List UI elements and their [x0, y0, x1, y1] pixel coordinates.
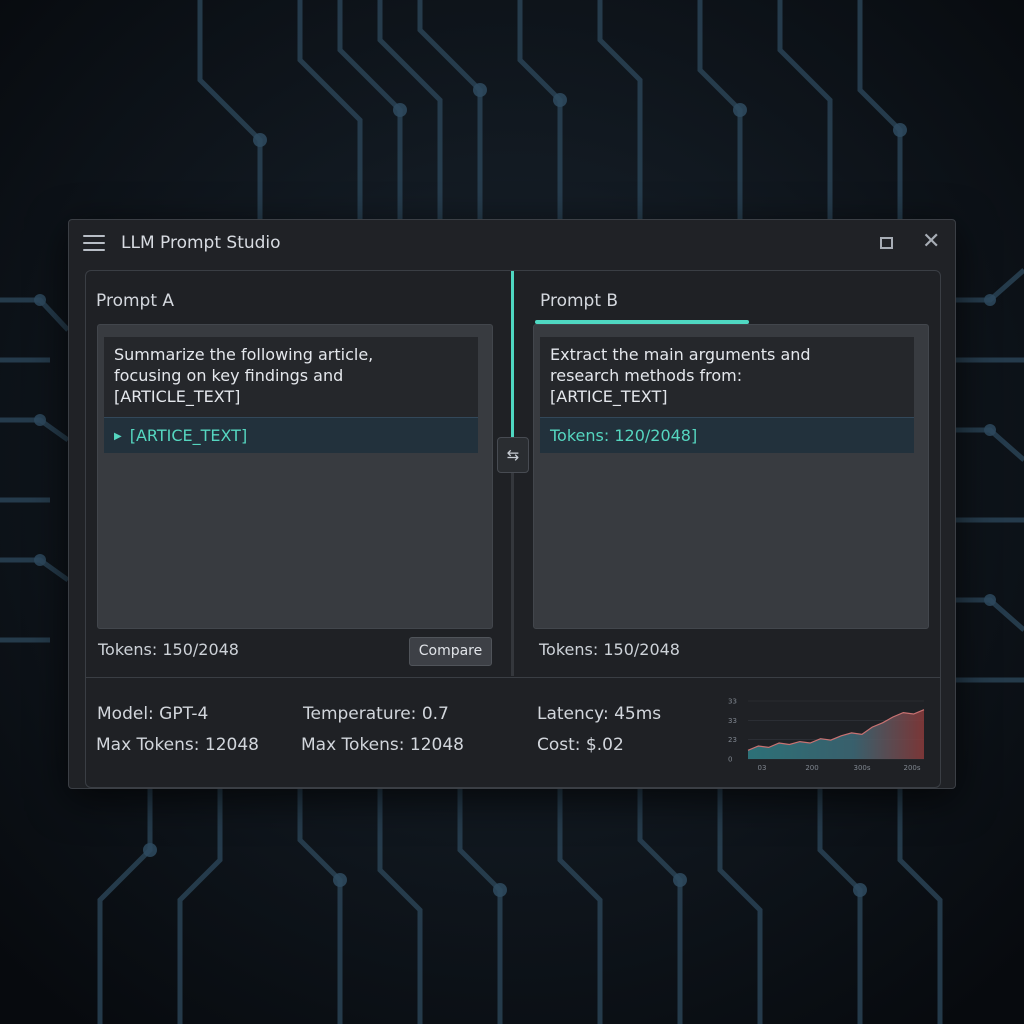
cost-label: Cost: $.02	[537, 735, 624, 755]
chart-x-tick-label: 03	[758, 764, 767, 772]
prompt-a-text[interactable]: Summarize the following article, focusin…	[104, 337, 478, 417]
chart-x-tick-label: 200s	[903, 764, 920, 772]
temperature-label: Temperature: 0.7	[303, 704, 449, 724]
prompt-a-title: Prompt A	[96, 291, 175, 311]
swap-button[interactable]: ⇆	[497, 437, 529, 473]
prompt-a-line: focusing on key findings and	[114, 366, 344, 385]
close-icon[interactable]: ✕	[922, 231, 940, 253]
prompt-a-editor[interactable]: Summarize the following article, focusin…	[97, 324, 493, 629]
chart-area-fill	[748, 709, 924, 759]
prompt-a-token-count: Tokens: 150/2048	[98, 640, 239, 659]
chart-y-tick-label: 23	[728, 736, 737, 744]
comparison-panel: Prompt A Summarize the following article…	[85, 270, 941, 788]
prompt-a-variable: [ARTICE_TEXT]	[129, 426, 248, 445]
latency-area-chart: 33 33 23 0 03 200 300s 200s	[728, 698, 925, 772]
max-tokens-b-label: Max Tokens: 12048	[301, 735, 464, 755]
prompt-b-token-row-text: Tokens: 120/2048]	[550, 426, 698, 445]
prompt-b-text[interactable]: Extract the main arguments and research …	[540, 337, 914, 417]
model-label: Model: GPT-4	[97, 704, 209, 724]
swap-arrows-icon: ⇆	[506, 446, 520, 464]
latency-label: Latency: 45ms	[537, 704, 662, 724]
prompt-a-line: [ARTICLE_TEXT]	[114, 387, 241, 406]
chart-y-tick-label: 33	[728, 698, 737, 706]
hamburger-menu-icon[interactable]	[83, 235, 105, 253]
prompt-b-line: Extract the main arguments and	[550, 345, 811, 364]
app-window: LLM Prompt Studio ✕ Prompt A Summarize t…	[68, 219, 956, 789]
stats-separator	[86, 677, 940, 678]
pane-divider-accent	[511, 271, 514, 439]
prompt-a-line: Summarize the following article,	[114, 345, 374, 364]
app-title: LLM Prompt Studio	[121, 233, 281, 253]
chart-x-tick-label: 200	[805, 764, 818, 772]
maximize-icon[interactable]	[880, 237, 893, 249]
prompt-a-variable-row[interactable]: ▶ [ARTICE_TEXT]	[104, 417, 478, 453]
prompt-b-line: research methods from:	[550, 366, 743, 385]
prompt-b-token-row: Tokens: 120/2048]	[540, 417, 914, 453]
prompt-b-line: [ARTICE_TEXT]	[550, 387, 668, 406]
compare-button[interactable]: Compare	[409, 637, 492, 666]
chart-y-tick-label: 33	[728, 717, 737, 725]
prompt-b-editor[interactable]: Extract the main arguments and research …	[533, 324, 929, 629]
title-bar: LLM Prompt Studio ✕	[69, 220, 955, 268]
chart-x-tick-label: 300s	[853, 764, 870, 772]
prompt-b-token-count: Tokens: 150/2048	[539, 640, 680, 659]
expand-arrow-icon[interactable]: ▶	[114, 431, 122, 442]
chart-y-tick-label: 0	[728, 756, 732, 764]
prompt-b-title: Prompt B	[540, 291, 619, 311]
max-tokens-a-label: Max Tokens: 12048	[96, 735, 259, 755]
